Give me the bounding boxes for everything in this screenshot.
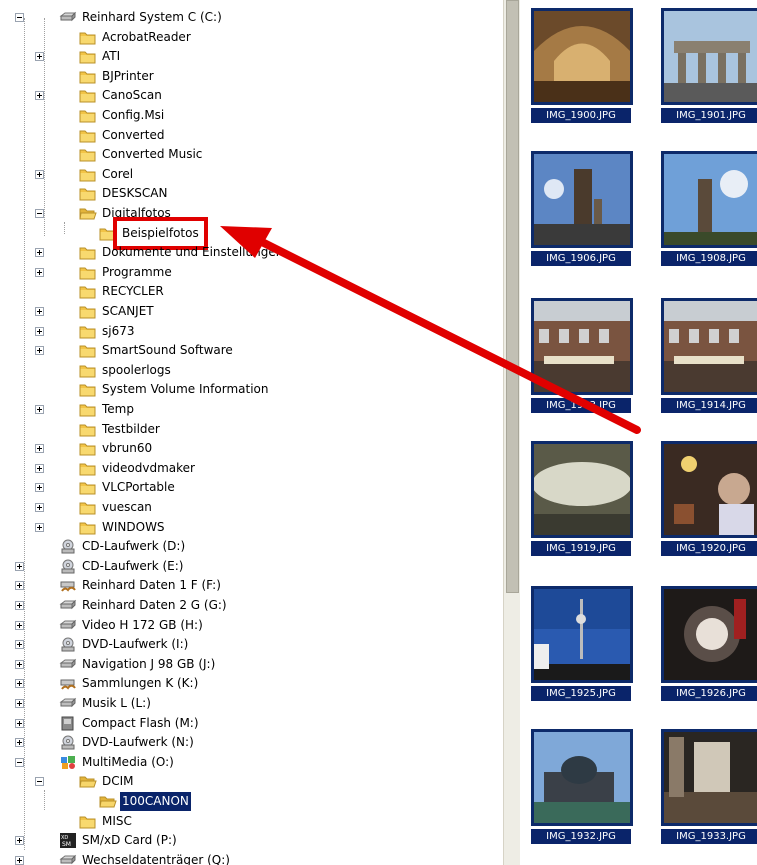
annotation-arrow (220, 226, 641, 434)
